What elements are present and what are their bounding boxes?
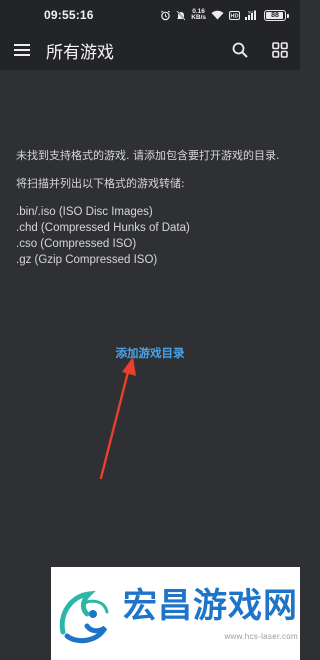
watermark-title: 宏昌游戏网	[123, 586, 298, 626]
watermark-banner: 宏昌游戏网 www.hcs-laser.com	[51, 567, 300, 660]
annotation-arrow-icon	[99, 357, 136, 480]
watermark-logo-icon	[59, 590, 109, 643]
battery-level: 88	[271, 11, 279, 19]
watermark-url: www.hcs-laser.com	[224, 632, 298, 641]
